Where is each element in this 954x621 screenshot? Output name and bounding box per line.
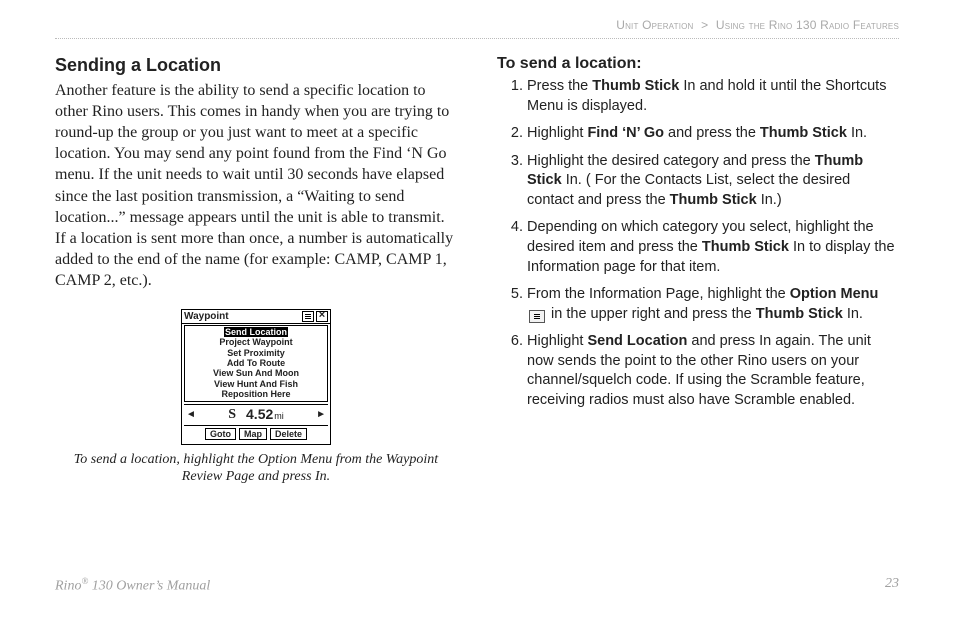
device-distance-unit: mi	[274, 411, 284, 421]
device-menu-item: Project Waypoint	[219, 337, 292, 347]
step-3: Highlight the desired category and press…	[527, 152, 899, 211]
breadcrumb-separator: >	[697, 18, 712, 32]
device-button-row: Goto Map Delete	[184, 428, 328, 442]
breadcrumb-section: Unit Operation	[616, 18, 693, 32]
device-distance: 4.52	[246, 406, 273, 422]
device-map-button: Map	[239, 428, 267, 440]
step-2: Highlight Find ‘N’ Go and press the Thum…	[527, 124, 899, 144]
device-titlebar-buttons	[302, 311, 328, 322]
footer-manual-title: Rino® 130 Owner’s Manual	[55, 576, 210, 595]
step-4: Depending on which category you select, …	[527, 218, 899, 277]
procedure-list: Press the Thumb Stick In and hold it unt…	[497, 77, 899, 410]
device-menu-item: Add To Route	[227, 358, 285, 368]
device-menu: Send Location Project Waypoint Set Proxi…	[184, 325, 328, 401]
device-menu-item: Set Proximity	[227, 348, 285, 358]
section-heading: Sending a Location	[55, 55, 457, 76]
close-icon	[316, 311, 328, 322]
option-menu-icon	[529, 310, 545, 323]
device-titlebar: Waypoint	[182, 310, 330, 324]
right-column: To send a location: Press the Thumb Stic…	[497, 55, 899, 561]
step-6: Highlight Send Location and press In aga…	[527, 332, 899, 410]
breadcrumb-subsection: Using the Rino 130 Radio Features	[716, 18, 899, 32]
device-readout-row: ◄ S 4.52mi ►	[184, 404, 328, 426]
step-1: Press the Thumb Stick In and hold it unt…	[527, 77, 899, 116]
device-goto-button: Goto	[205, 428, 236, 440]
breadcrumb: Unit Operation > Using the Rino 130 Radi…	[616, 18, 899, 32]
figure-caption: To send a location, highlight the Option…	[55, 451, 457, 486]
procedure-heading: To send a location:	[497, 55, 899, 73]
device-title: Waypoint	[184, 311, 229, 322]
figure: Waypoint Send Location Project Waypoint …	[55, 309, 457, 485]
header-divider	[55, 38, 899, 39]
device-menu-item: Reposition Here	[221, 389, 290, 399]
triangle-left-icon: ◄	[186, 410, 196, 420]
step-5: From the Information Page, highlight the…	[527, 285, 899, 324]
device-menu-item: Send Location	[224, 327, 288, 337]
device-menu-item: View Hunt And Fish	[214, 379, 298, 389]
device-body: Send Location Project Waypoint Set Proxi…	[182, 324, 330, 443]
left-column: Sending a Location Another feature is th…	[55, 55, 457, 561]
section-paragraph: Another feature is the ability to send a…	[55, 80, 457, 291]
page-number: 23	[885, 576, 899, 595]
device-menu-item: View Sun And Moon	[213, 368, 299, 378]
option-menu-icon	[302, 311, 314, 322]
triangle-right-icon: ►	[316, 410, 326, 420]
device-direction: S	[228, 407, 236, 423]
page-footer: Rino® 130 Owner’s Manual 23	[55, 576, 899, 595]
device-screenshot: Waypoint Send Location Project Waypoint …	[181, 309, 331, 444]
device-delete-button: Delete	[270, 428, 307, 440]
